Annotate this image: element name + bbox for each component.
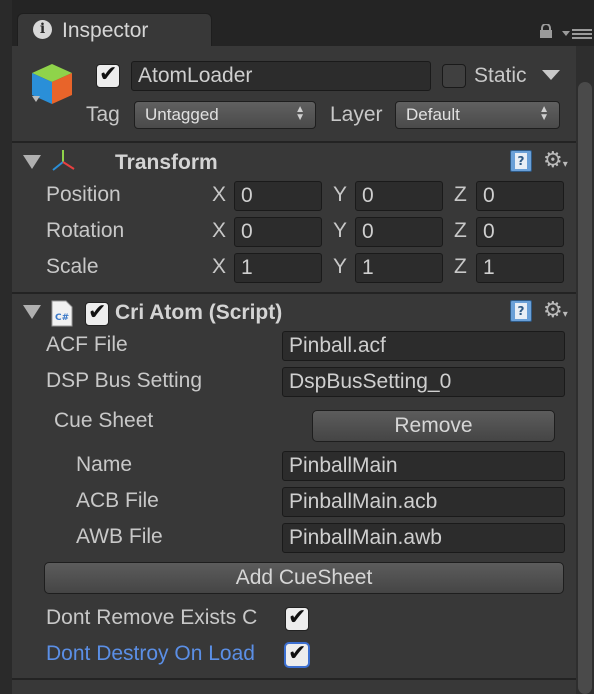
scale-x-field[interactable]: 1	[234, 253, 322, 283]
transform-title[interactable]: Transform	[115, 151, 218, 175]
gameobject-cube-icon	[32, 64, 72, 104]
transform-axes-icon	[52, 150, 75, 171]
axis-y-label[interactable]: Y	[333, 219, 347, 243]
dont-remove-exists-label: Dont Remove Exists C	[46, 606, 258, 629]
checkmark-icon: ✔	[88, 300, 107, 325]
gear-icon[interactable]: ⚙▾	[543, 298, 569, 322]
awb-file-label: AWB File	[76, 525, 163, 548]
name-label: Name	[76, 453, 133, 476]
tab-bar: i Inspector	[0, 0, 594, 694]
rotation-z-field[interactable]: 0	[476, 217, 564, 247]
lock-icon[interactable]	[538, 24, 554, 38]
tab-title: Inspector	[62, 19, 149, 42]
info-icon: i	[33, 20, 52, 39]
rotation-y-field[interactable]: 0	[355, 217, 443, 247]
menu-icon[interactable]	[562, 27, 592, 41]
static-dropdown-arrow-icon[interactable]	[542, 70, 560, 80]
cue-sheet-label: Cue Sheet	[54, 409, 154, 432]
axis-y-label[interactable]: Y	[333, 255, 347, 279]
position-y-field[interactable]: 0	[355, 181, 443, 211]
checkmark-icon: ✔	[288, 605, 307, 630]
add-cuesheet-button[interactable]: Add CueSheet	[44, 562, 564, 594]
scale-y-field[interactable]: 1	[355, 253, 443, 283]
dont-destroy-on-load-label: Dont Destroy On Load	[46, 642, 255, 665]
acf-file-field[interactable]: Pinball.acf	[282, 331, 565, 361]
help-icon[interactable]: ?	[510, 300, 532, 322]
acb-file-label: ACB File	[76, 489, 159, 512]
checkmark-icon: ✔	[99, 62, 118, 87]
help-icon[interactable]: ?	[510, 150, 532, 172]
tag-dropdown[interactable]: Untagged ▲ ▼	[134, 101, 316, 129]
acf-file-label: ACF File	[46, 333, 128, 356]
scrollbar-thumb[interactable]	[578, 82, 592, 694]
dont-remove-exists-checkbox[interactable]: ✔	[285, 605, 309, 631]
script-enabled-checkbox[interactable]: ✔	[85, 300, 109, 326]
rotation-label: Rotation	[46, 219, 125, 242]
tag-value: Untagged	[145, 105, 219, 124]
divider	[12, 678, 576, 680]
dsp-bus-setting-field[interactable]: DspBusSetting_0	[282, 367, 565, 397]
checkmark-icon: ✔	[288, 641, 307, 666]
csharp-script-icon: C#	[51, 300, 73, 327]
position-label: Position	[46, 183, 121, 206]
left-panel-strip	[0, 0, 12, 694]
divider	[12, 292, 576, 294]
axis-z-label[interactable]: Z	[454, 255, 467, 279]
layer-value: Default	[406, 105, 460, 124]
updown-arrows-icon: ▲ ▼	[295, 104, 305, 123]
dont-destroy-on-load-checkbox[interactable]: ✔	[285, 641, 309, 667]
scale-label: Scale	[46, 255, 99, 278]
position-z-field[interactable]: 0	[476, 181, 564, 211]
script-title[interactable]: Cri Atom (Script)	[115, 301, 282, 325]
scale-z-field[interactable]: 1	[476, 253, 564, 283]
acb-file-field[interactable]: PinballMain.acb	[282, 487, 565, 517]
active-checkbox[interactable]: ✔	[96, 62, 120, 88]
remove-button[interactable]: Remove	[312, 410, 555, 442]
rotation-x-field[interactable]: 0	[234, 217, 322, 247]
axis-x-label[interactable]: X	[212, 183, 226, 207]
layer-dropdown[interactable]: Default ▲ ▼	[395, 101, 560, 129]
awb-file-field[interactable]: PinballMain.awb	[282, 523, 565, 553]
fold-arrow-icon[interactable]	[23, 155, 41, 169]
static-checkbox[interactable]	[442, 64, 466, 88]
name-field[interactable]: PinballMain	[282, 451, 565, 481]
axis-z-label[interactable]: Z	[454, 219, 467, 243]
position-x-field[interactable]: 0	[234, 181, 322, 211]
axis-y-label[interactable]: Y	[333, 183, 347, 207]
axis-x-label[interactable]: X	[212, 255, 226, 279]
gear-icon[interactable]: ⚙▾	[543, 148, 569, 172]
tab-inspector[interactable]: i Inspector	[17, 13, 212, 47]
object-name-input[interactable]: AtomLoader	[131, 61, 431, 91]
updown-arrows-icon: ▲ ▼	[539, 104, 549, 123]
axis-z-label[interactable]: Z	[454, 183, 467, 207]
axis-x-label[interactable]: X	[212, 219, 226, 243]
static-label: Static	[474, 64, 527, 87]
dsp-bus-setting-label: DSP Bus Setting	[46, 369, 203, 392]
svg-text:C#: C#	[55, 313, 69, 323]
tag-label: Tag	[86, 103, 120, 126]
fold-arrow-icon[interactable]	[23, 305, 41, 319]
layer-label: Layer	[330, 103, 383, 126]
divider	[12, 141, 576, 143]
